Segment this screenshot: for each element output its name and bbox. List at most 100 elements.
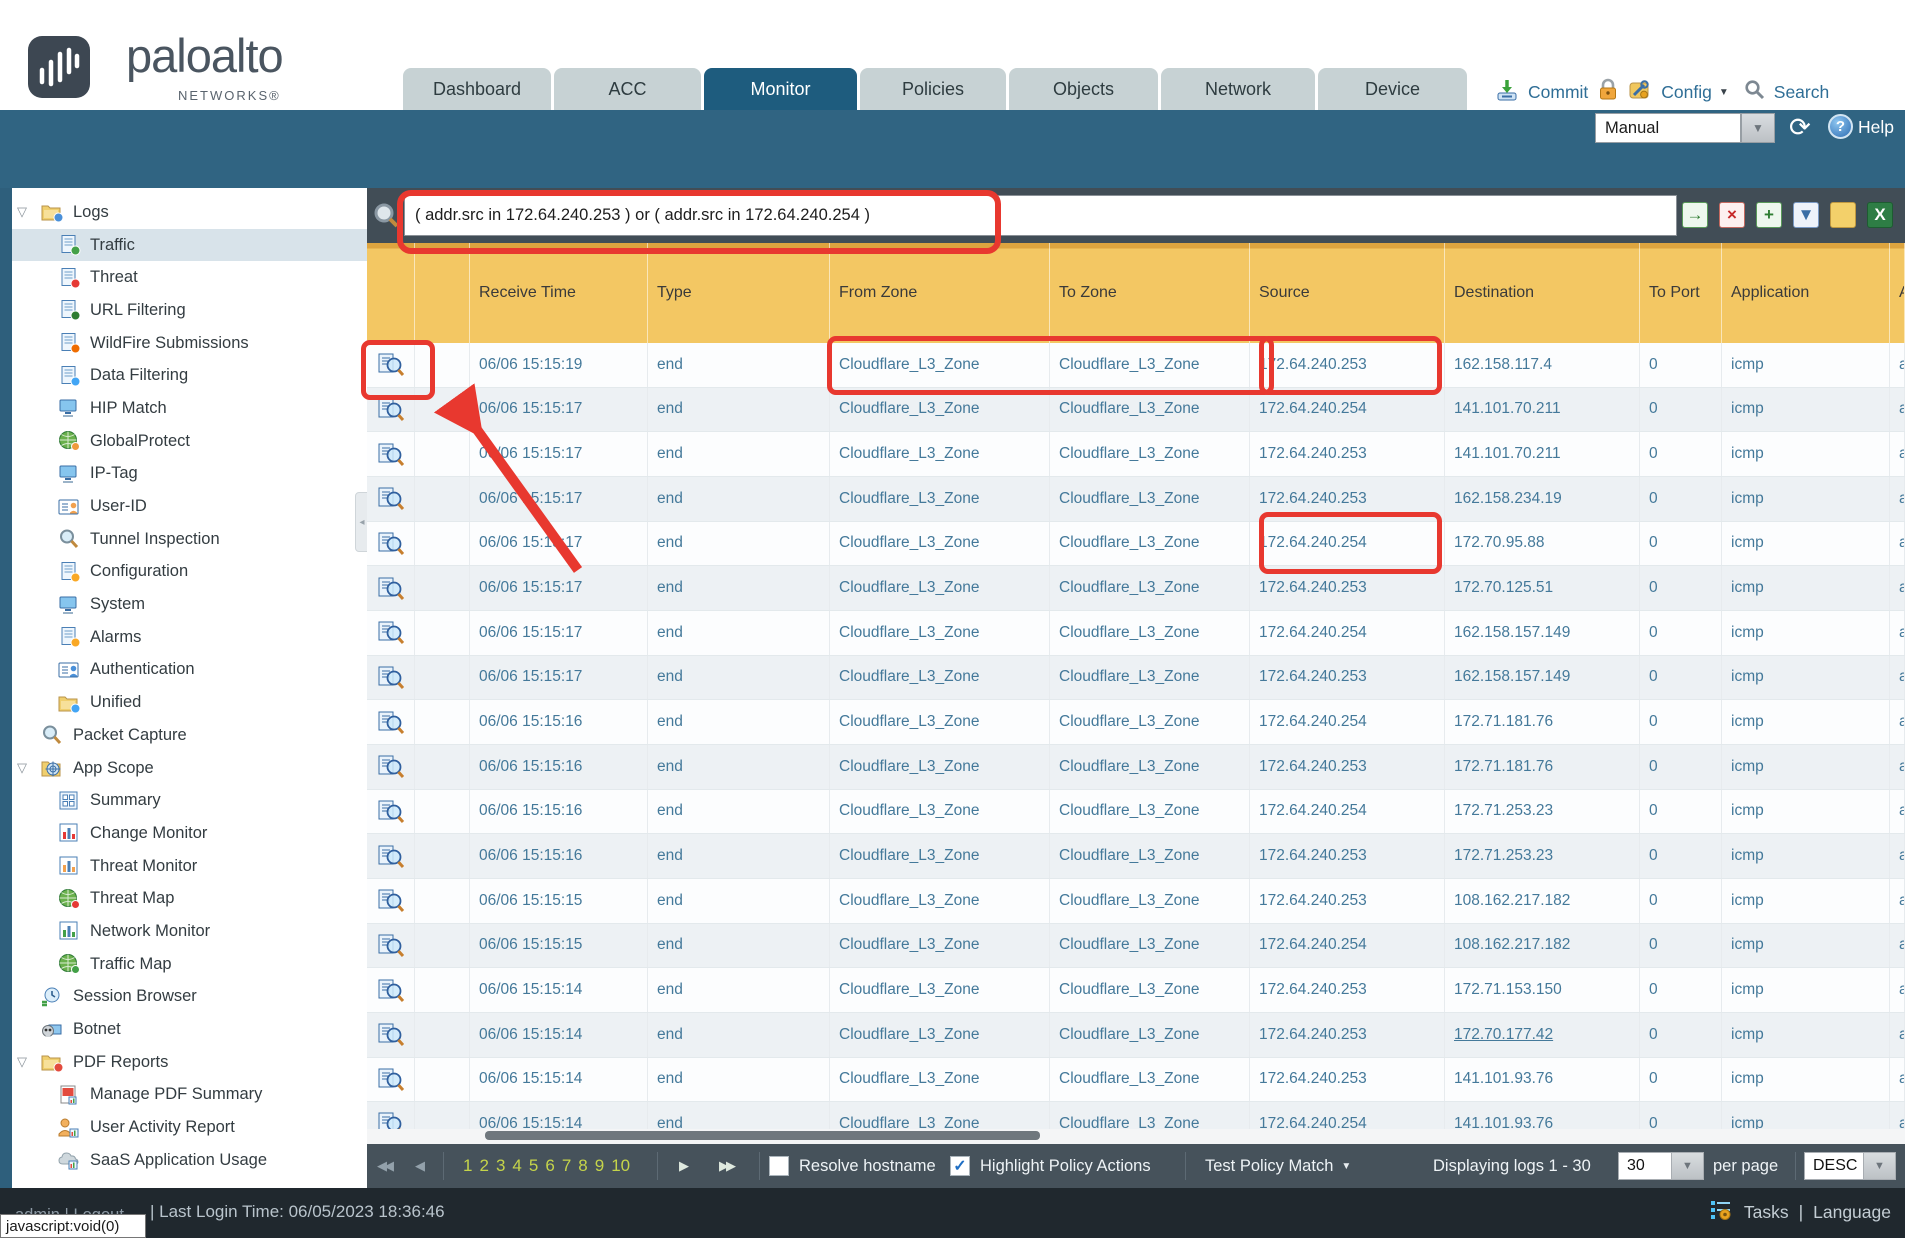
sidebar-item-session-browser[interactable]: Session Browser xyxy=(12,981,367,1014)
cell-destination[interactable]: 172.71.153.150 xyxy=(1445,968,1640,1012)
log-detail-icon[interactable] xyxy=(367,968,415,1012)
refresh-mode-caret-icon[interactable]: ▼ xyxy=(1741,113,1775,143)
cell-destination[interactable]: 162.158.157.149 xyxy=(1445,656,1640,700)
log-detail-icon[interactable] xyxy=(367,656,415,700)
sidebar-item-app-scope[interactable]: ▽App Scope xyxy=(12,752,367,785)
log-detail-icon[interactable] xyxy=(367,745,415,789)
log-detail-icon[interactable] xyxy=(367,343,415,387)
sidebar-item-threat-monitor[interactable]: Threat Monitor xyxy=(12,850,367,883)
export-to-csv-icon[interactable]: X xyxy=(1867,202,1893,228)
log-row[interactable]: 06/06 15:15:16endCloudflare_L3_ZoneCloud… xyxy=(367,700,1905,745)
cell-destination[interactable]: 172.71.253.23 xyxy=(1445,790,1640,834)
help-label[interactable]: Help xyxy=(1858,117,1894,138)
cell-destination[interactable]: 141.101.93.76 xyxy=(1445,1058,1640,1102)
log-row[interactable]: 06/06 15:15:15endCloudflare_L3_ZoneCloud… xyxy=(367,879,1905,924)
config-caret-icon[interactable]: ▼ xyxy=(1719,87,1729,98)
cell-destination[interactable]: 141.101.93.76 xyxy=(1445,1102,1640,1130)
sidebar-item-system[interactable]: System xyxy=(12,588,367,621)
lock-icon[interactable] xyxy=(1597,78,1619,107)
highlight-policy-checkbox[interactable]: ✓ xyxy=(950,1156,970,1176)
sidebar-item-change-monitor[interactable]: Change Monitor xyxy=(12,817,367,850)
sidebar-item-hip-match[interactable]: HIP Match xyxy=(12,392,367,425)
language-link[interactable]: Language xyxy=(1813,1202,1891,1223)
sidebar-item-tunnel-inspection[interactable]: Tunnel Inspection xyxy=(12,523,367,556)
page-number[interactable]: 5 xyxy=(529,1156,538,1176)
cell-destination[interactable]: 162.158.234.19 xyxy=(1445,477,1640,521)
first-page-icon[interactable]: ◀◀ xyxy=(377,1144,391,1188)
cell-destination[interactable]: 172.71.181.76 xyxy=(1445,745,1640,789)
log-row[interactable]: 06/06 15:15:16endCloudflare_L3_ZoneCloud… xyxy=(367,745,1905,790)
test-policy-match-button[interactable]: Test Policy Match ▼ xyxy=(1205,1144,1351,1188)
tab-monitor[interactable]: Monitor xyxy=(704,68,857,110)
expander-icon[interactable]: ▽ xyxy=(12,760,39,776)
save-filter-icon[interactable]: ▼ xyxy=(1793,202,1819,228)
log-row[interactable]: 06/06 15:15:17endCloudflare_L3_ZoneCloud… xyxy=(367,432,1905,477)
add-filter-icon[interactable]: + xyxy=(1756,202,1782,228)
page-number[interactable]: 1 xyxy=(463,1156,472,1176)
cell-destination[interactable]: 108.162.217.182 xyxy=(1445,879,1640,923)
log-detail-icon[interactable] xyxy=(367,924,415,968)
next-page-icon[interactable]: ▶ xyxy=(679,1144,686,1188)
log-detail-icon[interactable] xyxy=(367,432,415,476)
tab-acc[interactable]: ACC xyxy=(554,68,701,110)
log-detail-icon[interactable] xyxy=(367,790,415,834)
sidebar-item-botnet[interactable]: Botnet xyxy=(12,1013,367,1046)
log-row[interactable]: 06/06 15:15:17endCloudflare_L3_ZoneCloud… xyxy=(367,611,1905,656)
per-page-value[interactable]: 30 xyxy=(1618,1152,1672,1180)
sidebar-item-wildfire-submissions[interactable]: WildFire Submissions xyxy=(12,327,367,360)
sidebar-item-packet-capture[interactable]: Packet Capture xyxy=(12,719,367,752)
log-row[interactable]: 06/06 15:15:14endCloudflare_L3_ZoneCloud… xyxy=(367,1058,1905,1103)
prev-page-icon[interactable]: ◀ xyxy=(415,1144,422,1188)
expander-icon[interactable]: ▽ xyxy=(12,204,39,220)
column-header-destination[interactable]: Destination xyxy=(1445,243,1640,343)
log-row[interactable]: 06/06 15:15:15endCloudflare_L3_ZoneCloud… xyxy=(367,924,1905,969)
log-detail-icon[interactable] xyxy=(367,879,415,923)
sidebar-item-alarms[interactable]: Alarms xyxy=(12,621,367,654)
sidebar-item-saas-application-usage[interactable]: SaaS Application Usage xyxy=(12,1144,367,1177)
sidebar-item-url-filtering[interactable]: URL Filtering xyxy=(12,294,367,327)
config-button[interactable]: Config xyxy=(1661,82,1712,103)
page-number[interactable]: 6 xyxy=(545,1156,554,1176)
log-row[interactable]: 06/06 15:15:14endCloudflare_L3_ZoneCloud… xyxy=(367,1013,1905,1058)
log-detail-icon[interactable] xyxy=(367,388,415,432)
log-row[interactable]: 06/06 15:15:16endCloudflare_L3_ZoneCloud… xyxy=(367,834,1905,879)
cell-destination[interactable]: 172.70.177.42 xyxy=(1445,1013,1640,1057)
horizontal-scrollbar-thumb[interactable] xyxy=(485,1131,1040,1140)
log-detail-icon[interactable] xyxy=(367,566,415,610)
sidebar-item-network-monitor[interactable]: Network Monitor xyxy=(12,915,367,948)
sidebar-item-unified[interactable]: Unified xyxy=(12,686,367,719)
sidebar-item-data-filtering[interactable]: Data Filtering xyxy=(12,359,367,392)
sidebar-item-traffic[interactable]: Traffic xyxy=(12,229,367,262)
load-filter-icon[interactable] xyxy=(1830,202,1856,228)
cell-destination[interactable]: 172.71.253.23 xyxy=(1445,834,1640,878)
column-header-ac[interactable]: Ac xyxy=(1890,243,1905,343)
log-row[interactable]: 06/06 15:15:16endCloudflare_L3_ZoneCloud… xyxy=(367,790,1905,835)
refresh-mode-select[interactable]: Manual xyxy=(1595,113,1741,143)
tab-objects[interactable]: Objects xyxy=(1009,68,1158,110)
sidebar-item-traffic-map[interactable]: Traffic Map xyxy=(12,948,367,981)
refresh-icon[interactable]: ⟳ xyxy=(1789,112,1817,142)
help-icon[interactable]: ? xyxy=(1828,114,1853,139)
column-header-type[interactable]: Type xyxy=(648,243,830,343)
log-detail-icon[interactable] xyxy=(367,1013,415,1057)
log-detail-icon[interactable] xyxy=(367,1102,415,1130)
sidebar-item-user-id[interactable]: User-ID xyxy=(12,490,367,523)
sidebar-item-logs[interactable]: ▽Logs xyxy=(12,196,367,229)
cell-destination[interactable]: 108.162.217.182 xyxy=(1445,924,1640,968)
search-button[interactable]: Search xyxy=(1774,82,1829,103)
column-header-application[interactable]: Application xyxy=(1722,243,1890,343)
page-number[interactable]: 2 xyxy=(479,1156,488,1176)
cell-destination[interactable]: 162.158.157.149 xyxy=(1445,611,1640,655)
sidebar-item-configuration[interactable]: Configuration xyxy=(12,556,367,589)
sidebar-item-pdf-reports[interactable]: ▽PDF Reports xyxy=(12,1046,367,1079)
cell-destination[interactable]: 141.101.70.211 xyxy=(1445,388,1640,432)
sidebar-item-summary[interactable]: Summary xyxy=(12,784,367,817)
log-detail-icon[interactable] xyxy=(367,1058,415,1102)
commit-button[interactable]: Commit xyxy=(1528,82,1588,103)
log-row[interactable]: 06/06 15:15:17endCloudflare_L3_ZoneCloud… xyxy=(367,656,1905,701)
page-number[interactable]: 8 xyxy=(578,1156,587,1176)
sidebar-item-user-activity-report[interactable]: User Activity Report xyxy=(12,1111,367,1144)
last-page-icon[interactable]: ▶▶ xyxy=(719,1144,733,1188)
log-row[interactable]: 06/06 15:15:17endCloudflare_L3_ZoneCloud… xyxy=(367,477,1905,522)
log-row[interactable]: 06/06 15:15:17endCloudflare_L3_ZoneCloud… xyxy=(367,566,1905,611)
